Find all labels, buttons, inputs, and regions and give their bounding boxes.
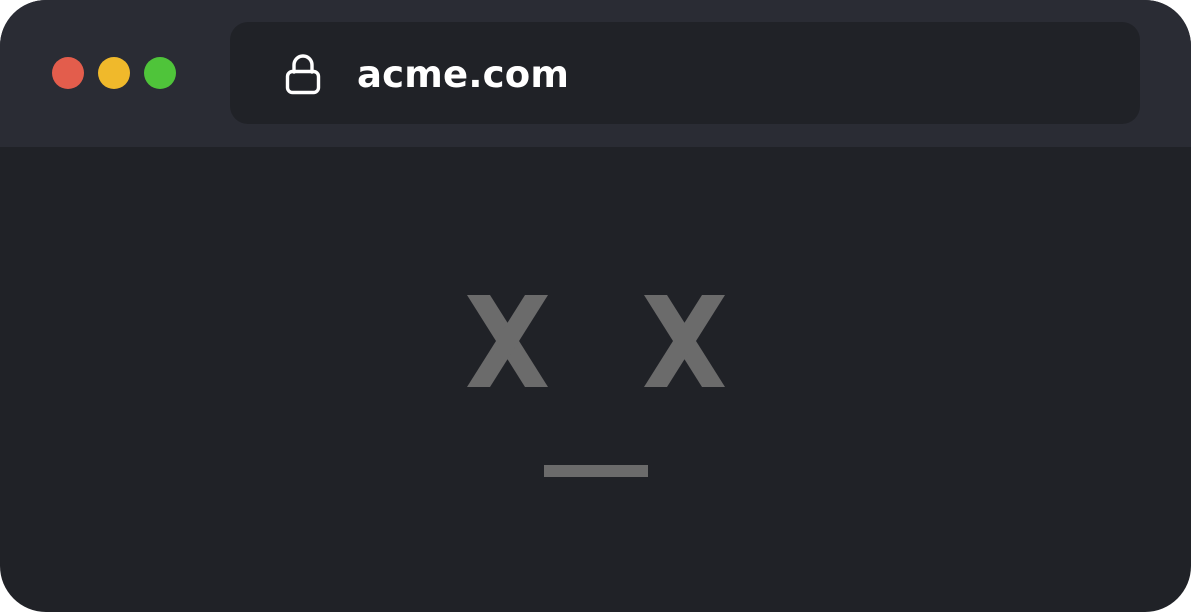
flat-mouth	[544, 465, 648, 477]
minimize-window-button[interactable]	[98, 57, 130, 89]
right-x-eye	[644, 295, 725, 387]
maximize-window-button[interactable]	[144, 57, 176, 89]
browser-window: acme.com	[0, 0, 1191, 612]
dead-face-icon	[467, 295, 725, 477]
left-x-eye	[467, 295, 548, 387]
page-content	[0, 147, 1191, 612]
url-text[interactable]: acme.com	[357, 50, 569, 100]
title-bar: acme.com	[0, 0, 1191, 147]
lock-icon	[285, 54, 321, 95]
close-window-button[interactable]	[52, 57, 84, 89]
